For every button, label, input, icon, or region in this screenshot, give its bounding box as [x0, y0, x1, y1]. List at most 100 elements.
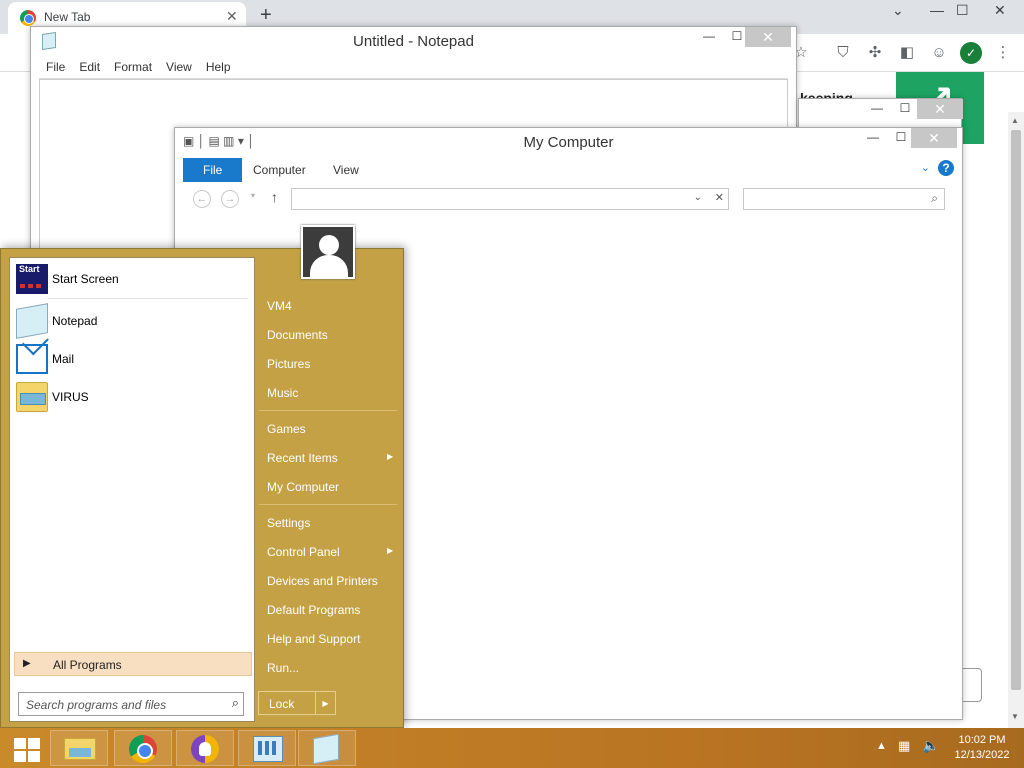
user-head-icon: [319, 235, 339, 255]
lock-button[interactable]: Lock: [258, 691, 316, 715]
program-virus[interactable]: VIRUS: [14, 380, 248, 414]
link-default-programs[interactable]: Default Programs: [267, 603, 360, 617]
scroll-down-icon[interactable]: ▼: [1011, 712, 1019, 721]
menu-edit[interactable]: Edit: [72, 57, 107, 74]
minimize-icon[interactable]: —: [930, 2, 944, 18]
link-documents[interactable]: Documents: [267, 328, 328, 342]
volume-icon[interactable]: 🔈: [922, 737, 939, 754]
profile-icon[interactable]: ☺: [928, 42, 950, 64]
close-button[interactable]: ✕: [917, 99, 963, 119]
forward-icon[interactable]: →: [221, 190, 239, 208]
new-tab-button[interactable]: +: [260, 4, 272, 27]
page-button[interactable]: [960, 668, 982, 702]
divider: [48, 298, 248, 299]
clear-icon[interactable]: ✕: [715, 191, 724, 204]
link-recent-items[interactable]: Recent Items ▶: [267, 451, 393, 465]
shield-icon[interactable]: ⛉: [832, 42, 854, 64]
link-help-support[interactable]: Help and Support: [267, 632, 360, 646]
close-icon[interactable]: ✕: [994, 2, 1006, 19]
start-menu: Start Start Screen Notepad Mail VIRUS ▶ …: [0, 225, 404, 728]
tab-title: New Tab: [44, 10, 91, 24]
program-label: Start Screen: [52, 272, 119, 286]
notepad-icon: [313, 733, 339, 765]
taskbar-control-panel[interactable]: [238, 730, 296, 766]
menu-file[interactable]: File: [39, 57, 72, 74]
close-button[interactable]: ✕: [911, 128, 957, 148]
tab-view[interactable]: View: [321, 158, 371, 182]
menu-view[interactable]: View: [159, 57, 199, 74]
user-avatar[interactable]: [301, 225, 355, 279]
taskbar-vpn[interactable]: [176, 730, 234, 766]
control-panel-icon: [253, 736, 283, 762]
link-control-panel[interactable]: Control Panel ▶: [267, 545, 393, 559]
search-icon[interactable]: ⌕: [931, 191, 938, 206]
program-start-screen[interactable]: Start Start Screen: [14, 262, 248, 296]
chrome-icon: [129, 735, 157, 763]
mail-icon: [16, 344, 48, 374]
minimize-button[interactable]: —: [859, 128, 887, 148]
shield-check-icon[interactable]: ✓: [960, 42, 982, 64]
chrome-tab-icon: [20, 10, 36, 26]
program-label: Mail: [52, 352, 75, 366]
program-notepad[interactable]: Notepad: [14, 303, 248, 339]
system-clock[interactable]: 10:02 PM 12/13/2022: [950, 733, 1014, 763]
link-games[interactable]: Games: [267, 422, 306, 436]
recent-locations-icon[interactable]: ▾: [251, 191, 255, 200]
taskbar: ▲ ▦ 🔈 10:02 PM 12/13/2022: [0, 728, 1024, 768]
link-pictures[interactable]: Pictures: [267, 357, 310, 371]
lock-options-icon[interactable]: ▶: [316, 691, 336, 715]
restore-icon[interactable]: ☐: [956, 2, 969, 19]
network-icon[interactable]: ▦: [898, 738, 910, 754]
chevron-down-icon[interactable]: ⌄: [921, 161, 930, 174]
search-box[interactable]: ⌕: [743, 188, 945, 210]
menu-format[interactable]: Format: [107, 57, 159, 74]
minimize-button[interactable]: —: [863, 99, 891, 119]
program-mail[interactable]: Mail: [14, 342, 248, 376]
menu-icon[interactable]: ⋮: [992, 42, 1014, 64]
taskbar-chrome[interactable]: [114, 730, 172, 766]
submenu-arrow-icon: ▶: [387, 546, 394, 555]
tab-close-icon[interactable]: ✕: [226, 8, 238, 25]
scroll-thumb[interactable]: [1011, 130, 1021, 690]
link-label: Recent Items: [267, 451, 338, 465]
taskbar-notepad[interactable]: [298, 730, 356, 766]
browser-scrollbar[interactable]: ▲ ▼: [1008, 112, 1024, 728]
sidebar-icon[interactable]: ◧: [896, 42, 918, 64]
folder-icon: [64, 738, 96, 760]
menu-help[interactable]: Help: [199, 57, 238, 74]
back-icon[interactable]: ←: [193, 190, 211, 208]
up-icon[interactable]: ↑: [271, 189, 278, 205]
link-run[interactable]: Run...: [267, 661, 299, 675]
link-label: Control Panel: [267, 545, 340, 559]
tab-computer[interactable]: Computer: [241, 158, 318, 182]
link-vm4[interactable]: VM4: [267, 299, 292, 313]
minimize-button[interactable]: —: [695, 27, 723, 47]
my-computer-titlebar[interactable]: ▣ │ ▤ ▥ ▾ │ My Computer — ☐ ✕: [175, 128, 962, 158]
notepad-titlebar[interactable]: Untitled - Notepad — ☐ ✕: [31, 27, 796, 57]
ribbon-tabs: File Computer View ⌄ ?: [183, 158, 954, 182]
chevron-down-icon[interactable]: ⌄: [694, 192, 702, 203]
link-my-computer[interactable]: My Computer: [267, 480, 339, 494]
submenu-arrow-icon: ▶: [387, 452, 394, 461]
folder-icon: [16, 382, 48, 412]
start-screen-icon: Start: [16, 264, 48, 294]
programs-pane: Start Start Screen Notepad Mail VIRUS ▶ …: [9, 257, 255, 722]
search-input[interactable]: Search programs and files ⌕: [18, 692, 244, 716]
tray-expand-icon[interactable]: ▲: [876, 740, 887, 752]
address-bar[interactable]: ⌄ ✕: [291, 188, 729, 210]
puzzle-icon[interactable]: ✣: [864, 42, 886, 64]
close-button[interactable]: ✕: [745, 27, 791, 47]
window-title: My Computer: [523, 134, 614, 151]
tab-file[interactable]: File: [183, 158, 243, 182]
maximize-button[interactable]: ☐: [891, 99, 919, 119]
all-programs-button[interactable]: ▶ All Programs: [14, 652, 252, 676]
link-settings[interactable]: Settings: [267, 516, 310, 530]
link-music[interactable]: Music: [267, 386, 298, 400]
taskbar-file-explorer[interactable]: [50, 730, 108, 766]
chevron-down-icon[interactable]: ⌄: [892, 2, 904, 19]
divider: [259, 504, 397, 505]
help-icon[interactable]: ?: [938, 160, 954, 176]
scroll-up-icon[interactable]: ▲: [1011, 116, 1019, 125]
link-devices-printers[interactable]: Devices and Printers: [267, 574, 378, 588]
clock-date: 12/13/2022: [954, 749, 1010, 761]
